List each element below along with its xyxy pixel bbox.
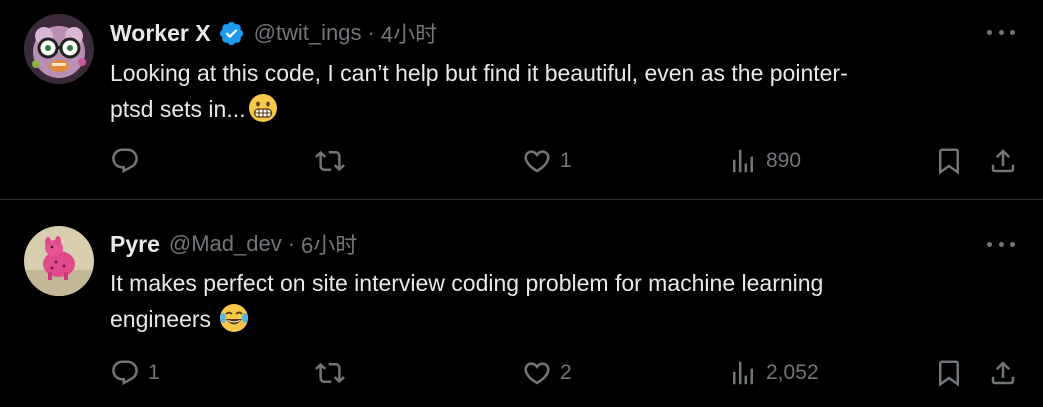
- tweet-text-line: It makes perfect on site interview codin…: [110, 270, 824, 296]
- action-bar: 1 890: [110, 145, 1020, 177]
- reply-icon: [112, 148, 138, 174]
- views-chart-icon: [733, 149, 753, 173]
- verified-badge-icon[interactable]: [218, 20, 245, 47]
- bookmark-button[interactable]: [934, 357, 964, 389]
- share-button[interactable]: [988, 145, 1018, 177]
- views-chart-icon: [733, 361, 753, 385]
- face-with-tears-of-joy-icon: [219, 303, 249, 333]
- avatar[interactable]: [24, 226, 94, 296]
- heart-icon: [524, 150, 550, 173]
- views-button[interactable]: 2,052: [728, 357, 819, 389]
- reply-count: 1: [148, 361, 160, 384]
- like-count: 2: [560, 361, 572, 384]
- bookmark-button[interactable]: [934, 145, 964, 177]
- display-name[interactable]: Worker X: [110, 20, 211, 47]
- reply-icon: [112, 360, 138, 386]
- handle[interactable]: @Mad_dev: [169, 231, 282, 257]
- share-icon: [991, 149, 1015, 173]
- views-count: 2,052: [766, 361, 819, 384]
- retweet-icon: [315, 150, 345, 172]
- share-button[interactable]: [988, 357, 1018, 389]
- avatar[interactable]: [24, 14, 94, 84]
- more-options-icon[interactable]: [987, 234, 1015, 254]
- tweet-header: Worker X @twit_ings · 4小时: [110, 18, 437, 48]
- action-bar: 1 2 2,052: [110, 357, 1020, 389]
- tweet-text: It makes perfect on site interview codin…: [110, 265, 990, 337]
- views-button[interactable]: 890: [728, 145, 801, 177]
- reply-button[interactable]: 1: [110, 357, 160, 389]
- grimacing-face-icon: [248, 93, 278, 123]
- separator: ·: [367, 20, 375, 45]
- heart-icon: [524, 362, 550, 385]
- timestamp[interactable]: 4小时: [381, 17, 437, 49]
- views-count: 890: [766, 149, 802, 172]
- handle[interactable]: @twit_ings: [254, 20, 362, 46]
- display-name[interactable]: Pyre: [110, 231, 160, 258]
- like-count: 1: [560, 149, 572, 172]
- tweet-text-line: engineers: [110, 306, 212, 332]
- bookmark-icon: [939, 360, 959, 387]
- retweet-button[interactable]: [315, 145, 353, 177]
- tweet[interactable]: Pyre @Mad_dev · 6小时 It makes perfect on …: [0, 201, 1043, 407]
- tweet-text-line: Looking at this code, I can’t help but f…: [110, 60, 848, 86]
- like-button[interactable]: 2: [522, 357, 572, 389]
- tweet-header: Pyre @Mad_dev · 6小时: [110, 229, 357, 259]
- bookmark-icon: [939, 148, 959, 175]
- reply-button[interactable]: [110, 145, 148, 177]
- tweet-text: Looking at this code, I can’t help but f…: [110, 55, 990, 127]
- retweet-button[interactable]: [315, 357, 353, 389]
- more-options-icon[interactable]: [987, 22, 1015, 42]
- retweet-icon: [315, 362, 345, 384]
- timestamp[interactable]: 6小时: [301, 228, 357, 260]
- tweet[interactable]: Worker X @twit_ings · 4小时 Looking at thi…: [0, 0, 1043, 199]
- share-icon: [991, 361, 1015, 385]
- separator: ·: [287, 231, 296, 256]
- tweet-divider: [0, 199, 1043, 200]
- tweet-text-line: ptsd sets in...: [110, 96, 246, 122]
- like-button[interactable]: 1: [522, 145, 572, 177]
